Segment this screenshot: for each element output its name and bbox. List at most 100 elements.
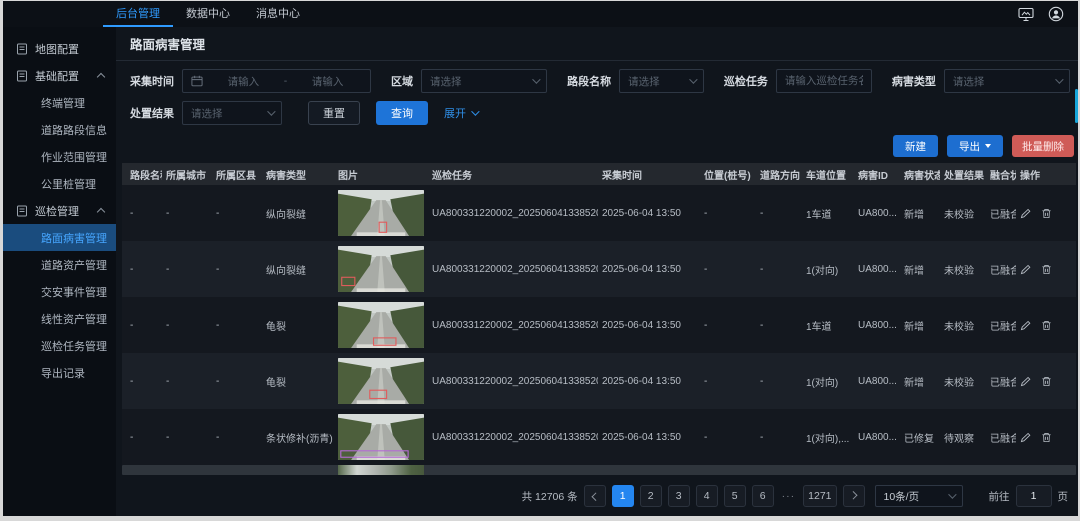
create-button[interactable]: 新建 — [893, 135, 938, 157]
table-row[interactable]: - - - 条状修补(沥青) UA800331220002_2025060413… — [122, 409, 1076, 465]
sidebar-item[interactable]: 导出记录 — [3, 359, 116, 386]
delete-icon[interactable] — [1041, 264, 1052, 275]
sidebar-item-label: 导出记录 — [41, 365, 85, 381]
screen-icon[interactable] — [1018, 7, 1034, 22]
edit-icon[interactable] — [1020, 376, 1031, 387]
chevron-left-icon — [591, 492, 599, 500]
cell-fusion: 已融合 — [986, 374, 1016, 389]
edit-icon[interactable] — [1020, 264, 1031, 275]
region-select[interactable]: 请选择 — [421, 69, 547, 93]
search-button[interactable]: 查询 — [376, 101, 428, 125]
reset-button[interactable]: 重置 — [308, 101, 360, 125]
cell-city: - — [162, 264, 212, 275]
sidebar-item[interactable]: 作业范围管理 — [3, 143, 116, 170]
total-count: 共 12706 条 — [522, 489, 578, 504]
delete-icon[interactable] — [1041, 320, 1052, 331]
table-row[interactable]: - - - 纵向裂缝 UA800331220002_20250604133852… — [122, 241, 1076, 297]
sidebar-item[interactable]: 道路资产管理 — [3, 251, 116, 278]
delete-icon[interactable] — [1041, 208, 1052, 219]
sidebar-item[interactable]: 终端管理 — [3, 89, 116, 116]
date-start-placeholder[interactable]: 请输入 — [209, 74, 278, 89]
page-button[interactable]: 6 — [752, 485, 774, 507]
chevron-down-icon — [948, 490, 956, 498]
vertical-scrollbar-thumb[interactable] — [1075, 89, 1078, 123]
defect-thumbnail[interactable] — [334, 358, 428, 404]
cell-time: 2025-06-04 13:50 — [598, 320, 700, 331]
sidebar-item-label: 路面病害管理 — [41, 230, 107, 246]
page-button[interactable]: 5 — [724, 485, 746, 507]
edit-icon[interactable] — [1020, 208, 1031, 219]
sidebar-item[interactable]: 基础配置 — [3, 62, 116, 89]
defect-thumbnail[interactable] — [334, 414, 428, 460]
topbar: 后台管理 数据中心 消息中心 — [3, 1, 1078, 27]
cell-result: 未校验 — [940, 206, 986, 221]
chevron-down-icon — [471, 107, 479, 115]
road-name-select[interactable]: 请选择 — [619, 69, 704, 93]
col-operations: 操作 — [1016, 167, 1068, 182]
col-result: 处置结果 — [940, 167, 986, 182]
pagination: 共 12706 条 123456 ··· 1271 10条/页 前往 页 — [116, 475, 1078, 507]
batch-delete-button[interactable]: 批量删除 — [1012, 135, 1074, 157]
result-placeholder: 请选择 — [191, 106, 223, 121]
sidebar-item-label: 道路资产管理 — [41, 257, 107, 273]
sidebar-item[interactable]: 公里桩管理 — [3, 170, 116, 197]
expand-toggle[interactable]: 展开 — [444, 105, 477, 121]
sidebar-item[interactable]: 巡检管理 — [3, 197, 116, 224]
date-range-input[interactable]: 请输入 - 请输入 — [182, 69, 371, 93]
col-direction: 道路方向 — [756, 167, 802, 182]
edit-icon[interactable] — [1020, 320, 1031, 331]
sidebar-item[interactable]: 地图配置 — [3, 35, 116, 62]
date-end-placeholder[interactable]: 请输入 — [293, 74, 362, 89]
defect-thumbnail[interactable] — [334, 302, 428, 348]
edit-icon[interactable] — [1020, 432, 1031, 443]
cell-road-name: - — [122, 320, 162, 331]
page-button[interactable]: 1 — [612, 485, 634, 507]
cell-lane: 1(对向) — [802, 262, 854, 277]
user-avatar-icon[interactable] — [1048, 6, 1064, 22]
horizontal-scrollbar[interactable] — [122, 465, 1076, 475]
cell-task: UA800331220002_20250604133852059 — [428, 264, 598, 275]
page-button[interactable]: 2 — [640, 485, 662, 507]
cell-county: - — [212, 264, 262, 275]
sidebar-item[interactable]: 道路路段信息 — [3, 116, 116, 143]
last-page-button[interactable]: 1271 — [803, 485, 836, 507]
page-button[interactable]: 3 — [668, 485, 690, 507]
cell-result: 未校验 — [940, 374, 986, 389]
next-page-button[interactable] — [843, 485, 865, 507]
cell-time: 2025-06-04 13:50 — [598, 376, 700, 387]
tab-admin[interactable]: 后台管理 — [103, 1, 173, 27]
defect-type-select[interactable]: 请选择 — [944, 69, 1070, 93]
cell-task: UA800331220002_20250604133852059 — [428, 320, 598, 331]
export-button[interactable]: 导出 — [947, 135, 1003, 157]
cell-lane: 1(对向),... — [802, 430, 854, 445]
delete-icon[interactable] — [1041, 432, 1052, 443]
task-input[interactable] — [776, 69, 872, 93]
page-size-select[interactable]: 10条/页 — [875, 485, 963, 507]
col-lane: 车道位置 — [802, 167, 854, 182]
sidebar-item[interactable]: 巡检任务管理 — [3, 332, 116, 359]
prev-page-button[interactable] — [584, 485, 606, 507]
table-row[interactable]: - - - 龟裂 UA800331220002_2025060413385205… — [122, 353, 1076, 409]
defect-thumbnail[interactable] — [334, 190, 428, 236]
result-select[interactable]: 请选择 — [182, 101, 282, 125]
cell-city: - — [162, 432, 212, 443]
goto-page-input[interactable] — [1016, 485, 1052, 507]
page-button[interactable]: 4 — [696, 485, 718, 507]
sidebar-item[interactable]: 交安事件管理 — [3, 278, 116, 305]
sidebar-item[interactable]: 路面病害管理 — [3, 224, 116, 251]
cell-operations — [1016, 376, 1068, 387]
cell-road-name: - — [122, 264, 162, 275]
tab-data-center[interactable]: 数据中心 — [173, 1, 243, 27]
defect-thumbnail[interactable] — [334, 246, 428, 292]
filter-label-defect-type: 病害类型 — [892, 73, 936, 89]
sidebar-item[interactable]: 线性资产管理 — [3, 305, 116, 332]
road-name-placeholder: 请选择 — [628, 74, 660, 89]
page-ellipsis[interactable]: ··· — [780, 490, 798, 502]
table-row[interactable]: - - - 纵向裂缝 UA800331220002_20250604133852… — [122, 185, 1076, 241]
cell-direction: - — [756, 208, 802, 219]
table-row[interactable]: - - - 龟裂 UA800331220002_2025060413385205… — [122, 297, 1076, 353]
col-time: 采集时间 — [598, 167, 700, 182]
delete-icon[interactable] — [1041, 376, 1052, 387]
tab-message-center[interactable]: 消息中心 — [243, 1, 313, 27]
cell-operations — [1016, 208, 1068, 219]
